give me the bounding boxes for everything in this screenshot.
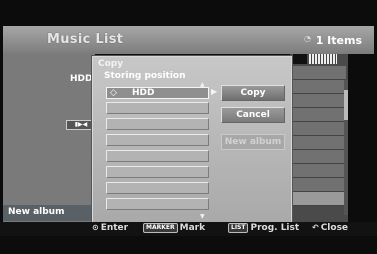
copy-button[interactable]: Copy <box>221 85 285 101</box>
footer-mark: MARKER Mark <box>143 223 205 233</box>
slot-label: HDD <box>132 88 155 98</box>
list-key-icon: LIST <box>228 223 249 233</box>
list-item[interactable] <box>292 122 346 136</box>
footer-prog-list: LIST Prog. List <box>228 223 299 233</box>
header-bar: Music List ◔ 1 Items <box>3 26 374 54</box>
marker-key-icon: MARKER <box>143 223 178 233</box>
storing-position-slot[interactable] <box>106 102 209 114</box>
new-album-label: New album <box>8 207 65 217</box>
music-list-screen: Music List ◔ 1 Items HDD ▮▶◀ New album C… <box>0 0 377 254</box>
copy-dialog: Copy Storing position ▲ ◇ HDD ▶ ▼ Copy C… <box>92 56 292 224</box>
enter-icon: ⊙ <box>92 223 99 232</box>
return-icon: ↶ <box>312 223 319 232</box>
storing-position-slot[interactable] <box>106 166 209 178</box>
storing-position-slot[interactable] <box>106 198 209 210</box>
list-thumbnail <box>309 54 337 64</box>
list-item[interactable] <box>292 66 346 80</box>
list-item[interactable] <box>292 94 346 108</box>
storing-position-slot[interactable] <box>106 118 209 130</box>
dialog-title: Copy <box>98 59 124 69</box>
new-album-button: New album <box>221 134 285 150</box>
list-item[interactable] <box>292 178 346 192</box>
hdd-icon: ◇ <box>110 88 117 98</box>
list-item[interactable] <box>292 192 346 206</box>
dialog-subtitle: Storing position <box>104 71 186 81</box>
list-item[interactable] <box>292 80 346 94</box>
cancel-button[interactable]: Cancel <box>221 107 285 123</box>
list-item[interactable] <box>292 108 346 122</box>
list-scroll-thumb[interactable] <box>344 90 348 120</box>
storing-position-hdd[interactable]: ◇ HDD <box>106 87 209 99</box>
storing-position-slot[interactable] <box>106 134 209 146</box>
disc-icon: ◔ <box>304 34 311 43</box>
footer-enter: ⊙ Enter <box>92 223 129 233</box>
storing-position-slot[interactable] <box>106 150 209 162</box>
pointer-arrow-icon: ▶ <box>211 87 218 96</box>
hdd-label: HDD <box>70 74 93 84</box>
list-item[interactable] <box>292 164 346 178</box>
list-thumbnail-blank <box>293 54 307 64</box>
items-count: 1 Items <box>315 34 362 47</box>
list-item[interactable] <box>292 150 346 164</box>
page-title: Music List <box>47 32 124 47</box>
storing-position-slot[interactable] <box>106 182 209 194</box>
footer-close: ↶ Close <box>312 223 349 233</box>
scroll-down-icon[interactable]: ▼ <box>200 213 205 220</box>
list-item[interactable] <box>292 136 346 150</box>
